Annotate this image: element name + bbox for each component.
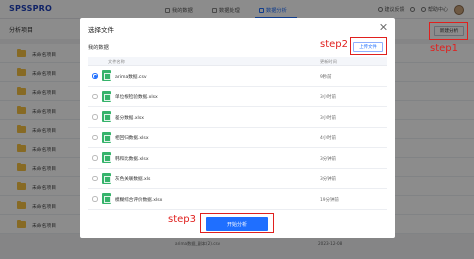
table-row[interactable]: 模糊综合评价数据.xlsx 19分钟前	[88, 189, 387, 210]
file-radio[interactable]	[92, 134, 98, 140]
table-header: 文件名称 更新时间	[88, 57, 387, 66]
file-radio[interactable]	[92, 196, 98, 202]
table-row[interactable]: 差分数据.xlsx 3小时前	[88, 107, 387, 128]
spreadsheet-icon	[102, 111, 111, 122]
file-time: 3小时前	[320, 115, 336, 121]
file-name: 差分数据.xlsx	[115, 115, 144, 121]
dialog-subtitle: 我的数据	[88, 45, 109, 51]
step3-label: step3	[168, 214, 196, 225]
file-radio[interactable]	[92, 175, 98, 181]
spreadsheet-icon	[102, 152, 111, 163]
file-table: 文件名称 更新时间 arima数据.csv 9秒前 单位根检验数据.xlsx 3…	[88, 57, 387, 210]
spreadsheet-icon	[102, 172, 111, 184]
step1-label: step1	[430, 43, 458, 54]
file-name: arima数据.csv	[115, 74, 147, 80]
file-radio[interactable]	[92, 93, 98, 99]
file-radio[interactable]	[92, 73, 98, 79]
file-time: 19分钟前	[320, 197, 339, 203]
select-file-dialog: 选择文件 我的数据 上传文件 文件名称 更新时间 arima数据.csv 9秒前…	[80, 18, 395, 238]
file-name: 灰色关联数据.xls	[115, 177, 151, 182]
column-header-name: 文件名称	[108, 59, 125, 64]
file-name: 韩和比数据.xlsx	[115, 156, 149, 162]
file-radio[interactable]	[92, 155, 98, 161]
spreadsheet-icon	[102, 90, 111, 102]
file-time: 3分钟前	[320, 156, 336, 162]
file-time: 9秒前	[320, 74, 332, 80]
step2-label: step2	[320, 39, 348, 50]
table-row[interactable]: 相回归数据.xlsx 4小时前	[88, 128, 387, 148]
file-name: 模糊综合评价数据.xlsx	[115, 197, 163, 203]
table-row[interactable]: 韩和比数据.xlsx 3分钟前	[88, 148, 387, 169]
column-header-time: 更新时间	[320, 59, 337, 64]
spreadsheet-icon	[102, 70, 111, 81]
file-time: 3小时前	[320, 95, 336, 100]
table-row[interactable]: 灰色关联数据.xls 3分钟前	[88, 169, 387, 189]
file-name: 单位根检验数据.xlsx	[115, 95, 158, 100]
file-radio[interactable]	[92, 114, 98, 120]
dialog-title: 选择文件	[88, 26, 114, 34]
file-time: 4小时前	[320, 136, 336, 141]
table-row[interactable]: arima数据.csv 9秒前	[88, 66, 387, 87]
file-name: 相回归数据.xlsx	[115, 136, 149, 141]
step3-highlight-box	[200, 213, 274, 233]
spreadsheet-icon	[102, 193, 111, 204]
close-icon[interactable]	[379, 23, 387, 31]
file-time: 3分钟前	[320, 177, 336, 182]
step1-highlight-box	[429, 22, 468, 40]
spreadsheet-icon	[102, 131, 111, 143]
table-row[interactable]: 单位根检验数据.xlsx 3小时前	[88, 87, 387, 107]
step2-highlight-box	[350, 37, 387, 55]
